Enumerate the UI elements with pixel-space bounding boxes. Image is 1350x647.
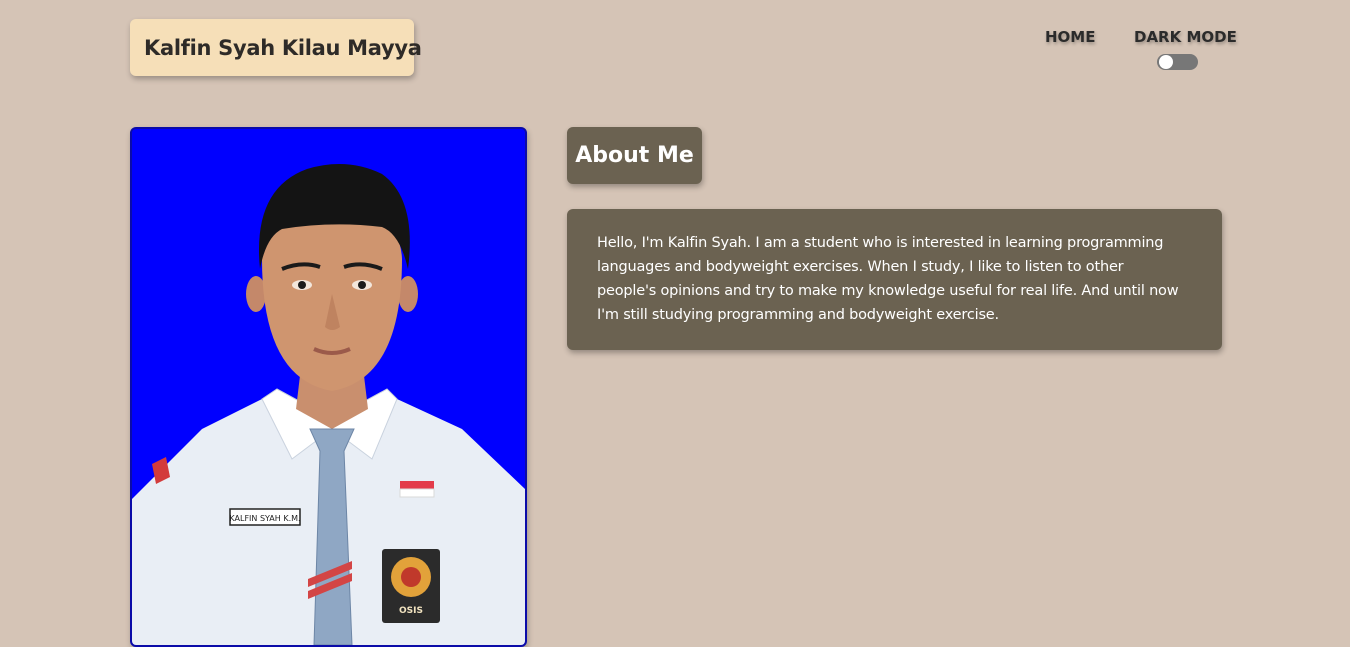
nav-home-link[interactable]: HOME bbox=[1045, 28, 1095, 46]
toggle-knob bbox=[1159, 55, 1173, 69]
brand-name: Kalfin Syah Kilau Mayya bbox=[144, 35, 422, 60]
dark-mode-toggle[interactable] bbox=[1157, 54, 1198, 70]
osis-badge-text: OSIS bbox=[399, 606, 423, 616]
profile-photo-illustration: KALFIN SYAH K.M. OSIS bbox=[132, 129, 525, 645]
about-title-box: About Me bbox=[567, 127, 702, 184]
about-title: About Me bbox=[575, 143, 694, 168]
nav-dark-mode-label: DARK MODE bbox=[1134, 28, 1237, 46]
about-description: Hello, I'm Kalfin Syah. I am a student w… bbox=[597, 235, 1179, 323]
about-description-card: Hello, I'm Kalfin Syah. I am a student w… bbox=[567, 209, 1222, 350]
brand-logo-box[interactable]: Kalfin Syah Kilau Mayya bbox=[130, 19, 422, 76]
name-tag-text: KALFIN SYAH K.M. bbox=[229, 514, 300, 523]
profile-photo: KALFIN SYAH K.M. OSIS bbox=[130, 127, 527, 647]
